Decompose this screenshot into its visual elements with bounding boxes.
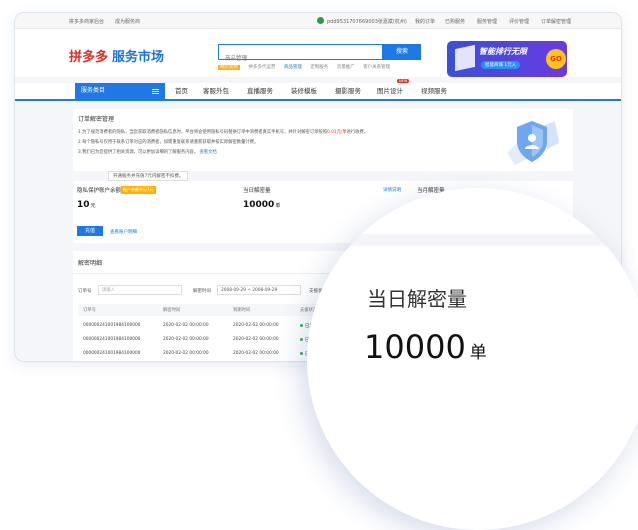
nav-item-home[interactable]: 首页 [175,83,188,99]
logo-sub: 服务市场 [112,50,165,65]
category-label: 服务类目 [81,87,106,94]
menu-icon [152,89,159,90]
balance-badge: 账户余额不足7元 [121,186,156,194]
column-header: 到期时间 [233,308,251,313]
go-button[interactable]: GO [546,49,566,69]
recharge-button[interactable]: 充值 [77,226,103,236]
main-nav: 服务类目 首页 客服外包 直播服务 装修模板 摄影服务 图片设计 NEW 视频服… [15,79,621,101]
become-provider-link[interactable]: 成为服务商 [115,18,140,25]
nav-item-image-design[interactable]: 图片设计 [377,83,403,99]
order-decrypt-link[interactable]: 订单解密管理 [541,18,571,25]
magnifier-callout: 当日解密量 10000 单 [307,188,638,530]
shield-icon [507,121,559,165]
banner-title: 智能排行无限 [479,47,527,56]
purchased-services-link[interactable]: 已购服务 [445,18,465,25]
avatar[interactable] [317,17,324,24]
magnifier-band [307,234,638,246]
nav-item-customer-service[interactable]: 客服外包 [203,83,229,99]
nav-item-video[interactable]: 视频服务 [421,83,447,99]
order-no-cell: 000000241001984100000 [83,323,141,328]
detail-title: 解密明细 [78,260,103,267]
account-details-link[interactable]: 查看账户明细 [110,229,137,235]
notice-line-1: 1.为了规范消费者的隐私，当您获取消费者隐私信息时，平台将会使用隐私号码替换订单… [78,130,369,135]
search-button[interactable]: 搜索 [383,44,421,60]
time-cell: 2020-02-02 00:00:00 [163,323,209,328]
nav-item-templates[interactable]: 装修模板 [291,83,317,99]
nav-item-photography[interactable]: 摄影服务 [335,83,361,99]
zoom-today-label: 当日解密量 [367,287,467,311]
notice-line-3: 3.我们已为您提供了相关资源，可以更加详细的了解服务内容。 查看文档 [78,150,217,155]
today-decrypt-value: 10000单 [243,200,281,210]
doc-link[interactable]: 查看文档 [200,150,217,155]
hot-tag[interactable]: 定制服务 [310,65,328,70]
top-bar: 拼多多商家后台 成为服务商 pdd9531707669003张嘉斌(杭州) 我的… [15,13,621,29]
order-no-label: 订单号 [78,289,92,294]
logo-main: 拼多多 [69,50,109,65]
hot-tag[interactable]: 客户关系管理 [363,65,390,70]
logo[interactable]: 拼多多 服务市场 [69,46,164,65]
expire-cell: 2020-02-02 00:00:00 [233,351,279,356]
user-name[interactable]: pdd9531707669003张嘉斌(杭州) [327,18,407,25]
notice-line-2: 2.每个隐私号仅用于联系订单对应的消费者，如需重复联系请重新获取并按实际解密数量… [78,140,259,145]
my-orders-link[interactable]: 我的订单 [415,18,435,25]
decrypt-time-label: 解密时间 [193,289,211,294]
notice-card: 订单解密管理 1.为了规范消费者的隐私，当您获取消费者隐私信息时，平台将会使用隐… [73,109,573,171]
order-no-cell: 000000241001984100000 [83,351,141,356]
time-cell: 2020-02-02 00:00:00 [163,337,209,342]
hot-tag[interactable]: 商品管理 [284,65,302,70]
hot-tag[interactable]: 流量推广 [337,65,355,70]
banner-subtitle: 智能商城 1元入 [481,61,521,69]
notice-title: 订单解密管理 [78,116,115,123]
today-decrypt-label: 当日解密量 [243,188,271,194]
service-management-link[interactable]: 服务管理 [477,18,497,25]
promo-banner[interactable]: 智能排行无限 智能商城 1元入 GO [447,41,567,77]
search-box [218,44,383,66]
category-menu[interactable]: 服务类目 [75,83,165,99]
zoom-today-value: 10000 单 [364,328,487,366]
time-cell: 2020-02-02 00:00:00 [163,351,209,356]
order-no-cell: 000000241001984100000 [83,337,141,342]
column-header: 订单号 [83,308,96,313]
review-management-link[interactable]: 评价管理 [509,18,529,25]
expire-cell: 2020-02-02 00:00:00 [233,337,279,342]
column-header: 解密时间 [163,308,181,313]
expire-cell: 2020-02-02 00:00:00 [233,323,279,328]
new-badge: NEW [397,79,410,83]
order-no-input[interactable]: 请输入 [98,285,182,295]
tooltip: 开通服务并充值7元内解密不扣费。 [108,171,189,181]
balance-value: 10元 [77,200,96,210]
nav-item-live[interactable]: 直播服务 [247,83,273,99]
detail-explain-link[interactable]: 详情说明 [383,187,401,193]
balance-label: 隐私保护账户余额 [77,188,122,194]
hot-tag[interactable]: 拼多多代运营 [248,65,275,70]
merchant-backend-link[interactable]: 拼多多商家后台 [69,18,104,25]
cube-icon [455,44,475,72]
price-text: 0.01元/单 [327,130,347,135]
hot-tag[interactable]: 网店装修 [218,65,240,70]
date-range-picker[interactable]: 2008-09-29 ~ 2008-09-29 [217,285,301,295]
hot-tags: 网店装修 拼多多代运营 商品管理 定制服务 流量推广 客户关系管理 [218,64,397,70]
